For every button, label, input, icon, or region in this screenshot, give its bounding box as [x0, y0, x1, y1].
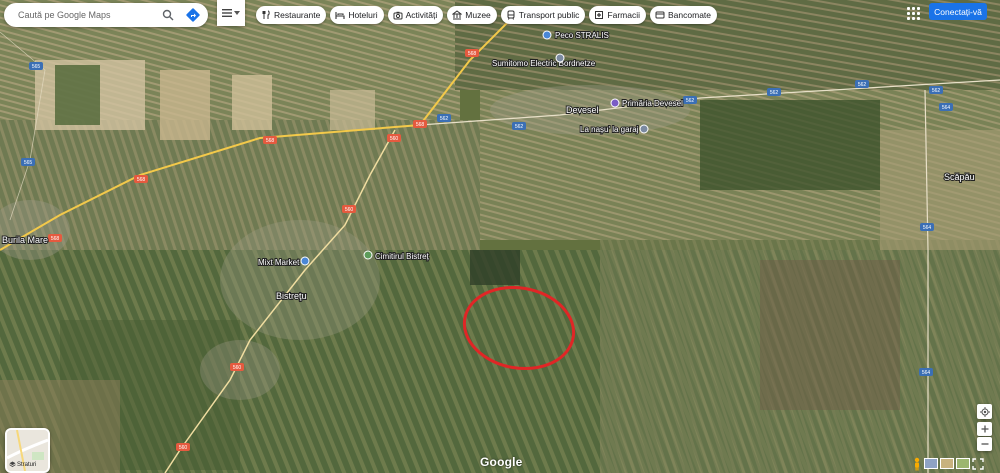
imagery-thumbnail[interactable]: [924, 458, 938, 469]
road-shield-562: 562: [855, 80, 869, 88]
road-shield-562: 562: [437, 114, 451, 122]
poi-label-cimitirul-bistret[interactable]: Cimitirul Bistreț: [374, 251, 431, 262]
transit-icon: [507, 10, 515, 20]
place-label-bistretu[interactable]: Bistreţu: [275, 290, 308, 302]
atm-icon: [655, 11, 665, 19]
google-apps-icon[interactable]: [904, 4, 922, 22]
poi-label-mixt-market[interactable]: Mixt Market: [257, 257, 301, 268]
street-thumbnail[interactable]: [956, 458, 970, 469]
poi-label-la-nasu-la-garaj[interactable]: La nașu' la garaj: [579, 124, 640, 135]
road-shield-564: 564: [939, 103, 953, 111]
road-shield-560: 560: [230, 363, 244, 371]
chip-transport-public[interactable]: Transport public: [500, 6, 586, 24]
chevron-down-icon: [234, 11, 240, 15]
camera-icon: [393, 11, 403, 20]
svg-text:562: 562: [932, 88, 941, 94]
svg-text:562: 562: [858, 82, 867, 88]
road-shield-562: 562: [512, 122, 526, 130]
restaurant-icon: [262, 10, 270, 19]
google-logo: Google: [480, 455, 523, 469]
menu-icon: [222, 9, 232, 17]
road-shield-565: 565: [21, 158, 35, 166]
zoom-out-button[interactable]: [977, 437, 992, 451]
zoom-in-button[interactable]: [977, 422, 992, 436]
chip-restaurante[interactable]: Restaurante: [256, 6, 327, 24]
road-shield-564: 564: [919, 368, 933, 376]
svg-text:564: 564: [922, 370, 931, 376]
pharmacy-icon: [595, 11, 604, 19]
svg-text:564: 564: [942, 105, 951, 111]
svg-text:568: 568: [51, 236, 60, 242]
road-shield-568: 568: [413, 120, 427, 128]
road-shield-564: 564: [920, 223, 934, 231]
pegman-icon[interactable]: [912, 457, 922, 471]
terrain-thumbnail[interactable]: [940, 458, 954, 469]
svg-text:560: 560: [233, 365, 242, 371]
place-label-scapau[interactable]: Scăpău: [943, 171, 976, 183]
minus-icon: [981, 443, 988, 445]
svg-text:560: 560: [179, 445, 188, 451]
satellite-map[interactable]: 565 565 568 568 568 568 568 560 560 560 …: [0, 0, 1000, 473]
road-shield-560: 560: [176, 443, 190, 451]
road-shield-568: 568: [48, 234, 62, 242]
svg-text:562: 562: [440, 116, 449, 122]
svg-text:565: 565: [24, 160, 33, 166]
road-shield-568: 568: [465, 49, 479, 57]
expand-icon[interactable]: [972, 457, 984, 470]
poi-pin-icon[interactable]: [542, 30, 552, 40]
svg-text:560: 560: [390, 136, 399, 142]
place-label-devesel[interactable]: Devesel: [565, 104, 600, 116]
poi-pin-icon[interactable]: [610, 98, 620, 108]
poi-pin-icon[interactable]: [300, 256, 310, 266]
road-shield-562: 562: [929, 86, 943, 94]
directions-icon[interactable]: [182, 4, 204, 26]
chip-muzee[interactable]: Muzee: [447, 6, 497, 24]
plus-icon: [981, 425, 988, 433]
my-location-button[interactable]: [977, 404, 992, 419]
poi-label-sumitomo[interactable]: Sumitomo Electric Bordnetze: [491, 58, 597, 69]
road-shield-560: 560: [342, 205, 356, 213]
chip-hoteluri[interactable]: Hoteluri: [330, 6, 384, 24]
search-input[interactable]: [16, 9, 160, 21]
svg-text:568: 568: [468, 51, 477, 57]
chip-activitati[interactable]: Activități: [387, 6, 444, 24]
poi-pin-icon[interactable]: [555, 53, 565, 63]
place-label-burila-mare[interactable]: Burila Mare: [1, 234, 49, 246]
road-shield-562: 562: [683, 96, 697, 104]
sign-in-button[interactable]: Conectați-vă: [929, 3, 987, 20]
bottom-right-controls: [912, 454, 1000, 473]
layers-menu-button[interactable]: [217, 0, 245, 26]
svg-text:562: 562: [515, 124, 524, 130]
road-shield-560: 560: [387, 134, 401, 142]
museum-icon: [452, 10, 463, 20]
my-location-icon: [979, 406, 990, 417]
road-shield-565: 565: [29, 62, 43, 70]
poi-label-peco-stralis[interactable]: Peco STRALIS: [554, 30, 610, 41]
poi-pin-icon[interactable]: [639, 124, 649, 134]
search-box[interactable]: [4, 3, 208, 27]
svg-text:562: 562: [686, 98, 695, 104]
svg-text:564: 564: [923, 225, 932, 231]
search-icon[interactable]: [160, 7, 176, 23]
svg-text:568: 568: [137, 177, 146, 183]
chip-farmacii[interactable]: Farmacii: [589, 6, 647, 24]
poi-pin-icon[interactable]: [363, 250, 373, 260]
layers-icon: [9, 461, 16, 467]
svg-text:565: 565: [32, 64, 41, 70]
svg-text:568: 568: [416, 122, 425, 128]
category-chips: Restaurante Hoteluri Activități Muzee Tr…: [256, 6, 718, 24]
road-shield-568: 568: [134, 175, 148, 183]
layers-toggle[interactable]: Straturi: [5, 428, 50, 473]
road-shield-568: 568: [263, 136, 277, 144]
svg-text:562: 562: [770, 90, 779, 96]
chip-bancomate[interactable]: Bancomate: [650, 6, 718, 24]
road-shield-562: 562: [767, 88, 781, 96]
hotel-icon: [335, 12, 345, 19]
svg-text:568: 568: [266, 138, 275, 144]
poi-label-primaria-devesel[interactable]: Primăria Devesel: [621, 98, 684, 109]
svg-text:560: 560: [345, 207, 354, 213]
